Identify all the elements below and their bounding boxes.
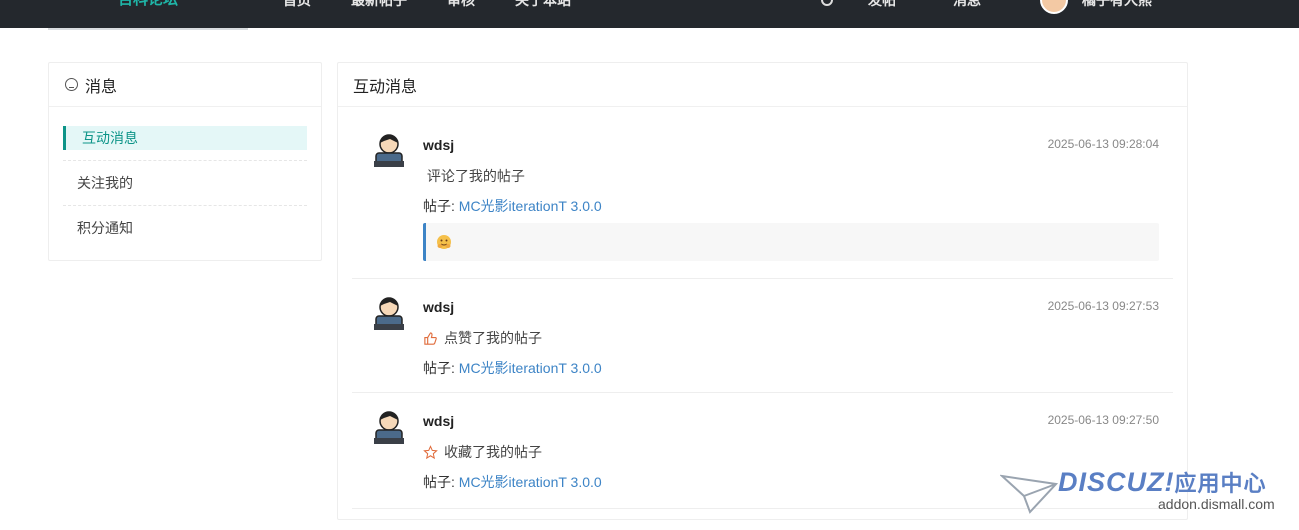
post-prefix: 帖子: [423, 474, 459, 490]
avatar[interactable] [372, 296, 406, 332]
list-item: wdsj 2025-06-13 09:28:04 评论了我的帖子 帖子: MC光… [352, 123, 1173, 273]
nav-home[interactable]: 首页 [283, 0, 311, 9]
user-avatar[interactable] [1040, 0, 1068, 14]
message-icon [65, 78, 78, 91]
thumbs-up-icon [424, 331, 437, 345]
action-label: 评论了我的帖子 [423, 168, 525, 184]
list-item: wdsj 2025-06-13 09:27:53 点赞了我的帖子 帖子: MC光… [352, 286, 1173, 391]
watermark-brand: DISCUZ!应用中心 [1058, 466, 1267, 498]
user-name[interactable]: wdsj [423, 137, 454, 153]
hug-emoji-icon [437, 235, 451, 249]
post-ref: 帖子: MC光影iterationT 3.0.0 [423, 196, 602, 216]
nav-latest[interactable]: 最新帖子 [351, 0, 407, 9]
site-logo[interactable]: 百科论坛 [118, 0, 178, 9]
action-text: 点赞了我的帖子 [423, 328, 542, 348]
star-icon [423, 444, 438, 459]
user-name[interactable]: wdsj [423, 413, 454, 429]
divider [63, 205, 307, 206]
post-link[interactable]: MC光影iterationT 3.0.0 [459, 474, 602, 490]
action-text: 评论了我的帖子 [423, 166, 525, 186]
watermark: DISCUZ!应用中心 addon.dismall.com [1000, 466, 1290, 516]
divider [63, 160, 307, 161]
post-prefix: 帖子: [423, 198, 459, 214]
top-navbar: 百科论坛 首页 最新帖子 审核 关于本站 发帖 消息 橘子有人熊 [0, 0, 1299, 28]
post-ref: 帖子: MC光影iterationT 3.0.0 [423, 472, 602, 492]
panel-title: 互动消息 [338, 63, 1187, 107]
message-sidebar: 消息 互动消息 关注我的 积分通知 [48, 62, 322, 261]
divider [352, 278, 1173, 279]
brand-latin: DISCUZ! [1058, 467, 1175, 497]
brand-cn: 应用中心 [1174, 471, 1267, 496]
user-name[interactable]: 橘子有人熊 [1082, 0, 1152, 9]
paper-plane-icon [1000, 474, 1058, 514]
nav-about[interactable]: 关于本站 [515, 0, 571, 9]
user-name[interactable]: wdsj [423, 299, 454, 315]
comment-quote [423, 223, 1159, 261]
post-button[interactable]: 发帖 [868, 0, 896, 9]
sidebar-header: 消息 [49, 63, 321, 107]
sidebar-title: 消息 [85, 78, 118, 96]
sidebar-item-followers[interactable]: 关注我的 [63, 171, 307, 195]
nav-review[interactable]: 审核 [447, 0, 475, 9]
timestamp: 2025-06-13 09:27:50 [1047, 413, 1159, 427]
search-icon[interactable] [821, 0, 833, 6]
divider [352, 392, 1173, 393]
logo-underline [48, 28, 248, 30]
timestamp: 2025-06-13 09:27:53 [1047, 299, 1159, 313]
post-ref: 帖子: MC光影iterationT 3.0.0 [423, 358, 602, 378]
action-label: 收藏了我的帖子 [444, 444, 542, 460]
post-link[interactable]: MC光影iterationT 3.0.0 [459, 198, 602, 214]
action-label: 点赞了我的帖子 [444, 330, 542, 346]
messages-button[interactable]: 消息 [953, 0, 981, 9]
post-prefix: 帖子: [423, 360, 459, 376]
post-link[interactable]: MC光影iterationT 3.0.0 [459, 360, 602, 376]
avatar[interactable] [372, 133, 406, 169]
timestamp: 2025-06-13 09:28:04 [1047, 137, 1159, 151]
avatar[interactable] [372, 410, 406, 446]
sidebar-item-points[interactable]: 积分通知 [63, 216, 307, 240]
watermark-site: addon.dismall.com [1158, 496, 1275, 512]
sidebar-item-interaction[interactable]: 互动消息 [63, 126, 307, 150]
action-text: 收藏了我的帖子 [423, 442, 542, 462]
interaction-panel: 互动消息 wdsj 2025-06-13 09:28:04 评论了我的帖子 帖子… [337, 62, 1188, 520]
